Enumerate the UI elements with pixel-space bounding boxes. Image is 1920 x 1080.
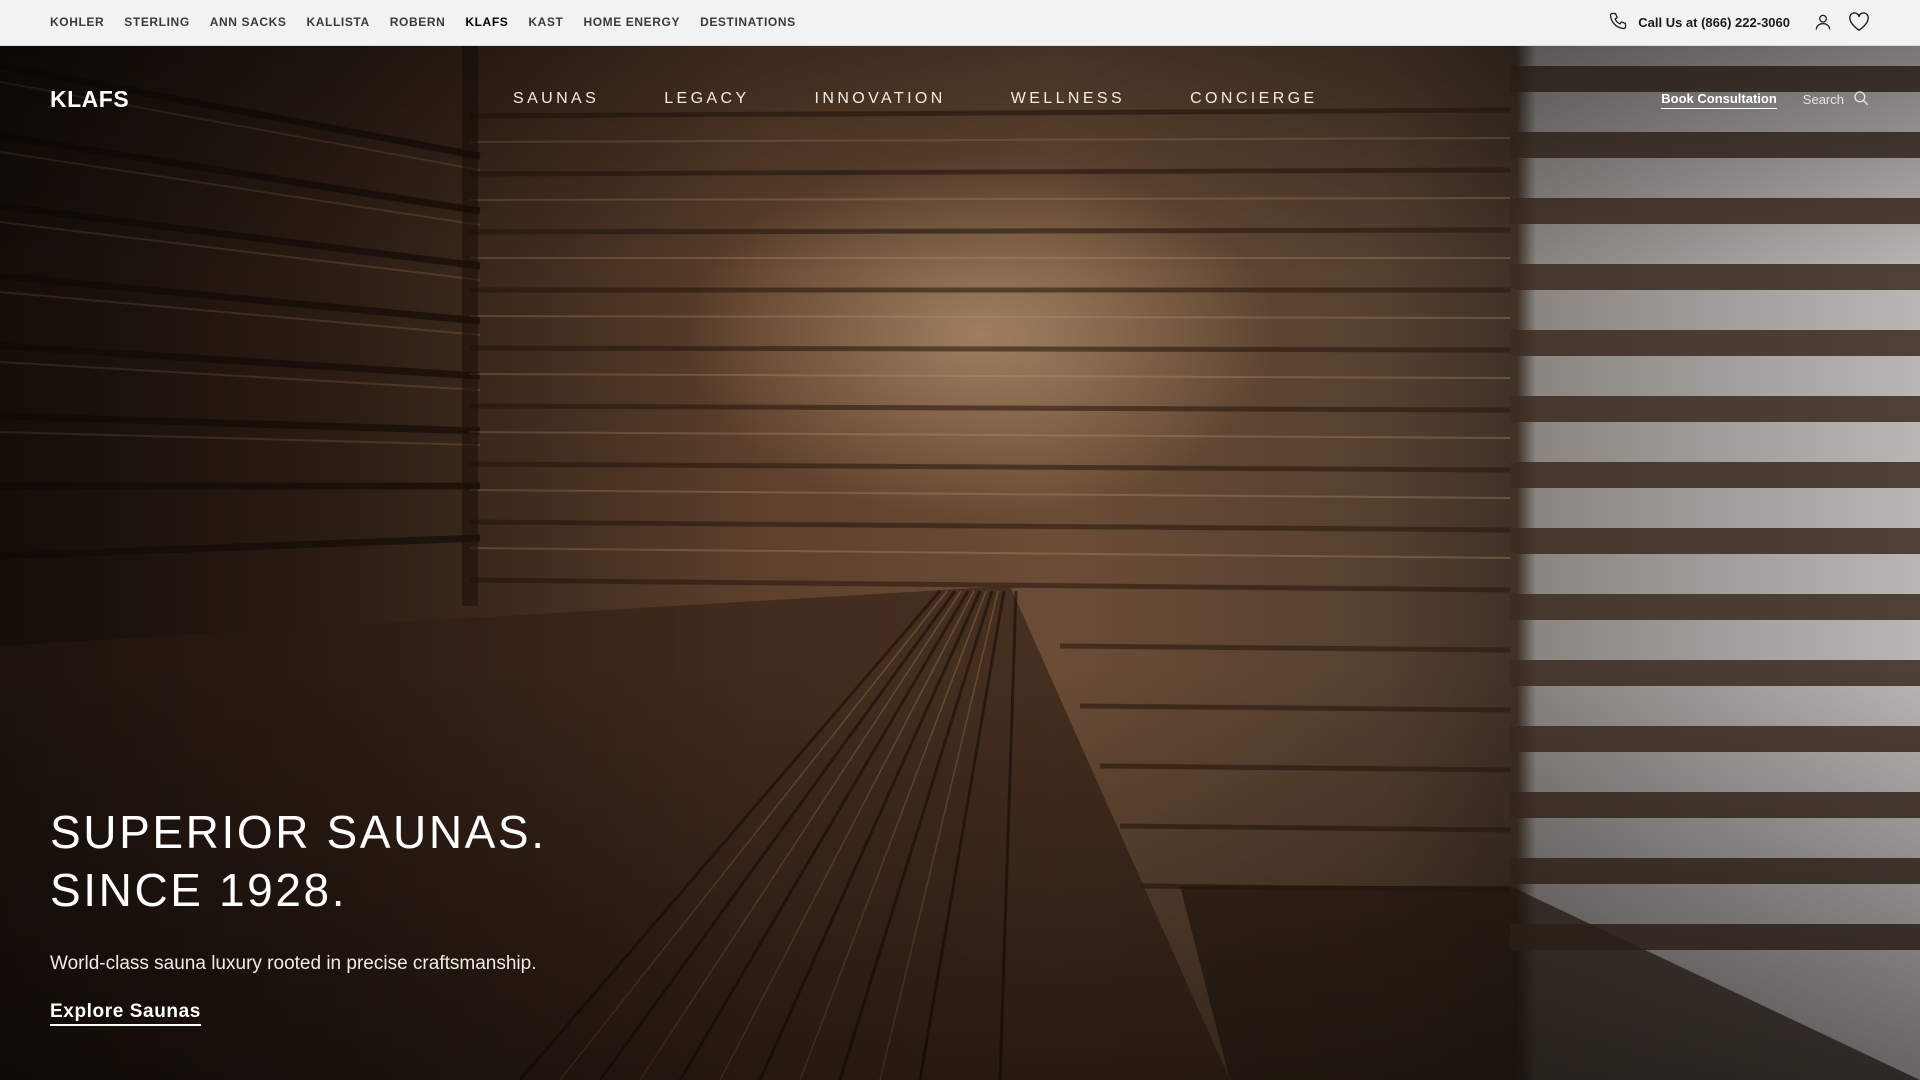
heart-icon[interactable] [1848,11,1870,33]
search-icon [1852,89,1870,110]
book-consultation-link[interactable]: Book Consultation [1661,91,1777,109]
nav-link-legacy[interactable]: LEGACY [664,90,749,107]
phone-icon [1608,11,1628,34]
nav-link-concierge[interactable]: CONCIERGE [1190,90,1318,107]
brand-link-klafs[interactable]: KLAFS [465,15,508,29]
nav-link-saunas[interactable]: SAUNAS [513,90,599,107]
hero-headline: SUPERIOR SAUNAS. SINCE 1928. [50,803,547,919]
brand-link-ann-sacks[interactable]: ANN SACKS [210,15,287,29]
call-us-label: Call Us at (866) 222-3060 [1638,14,1790,30]
hero-content: SUPERIOR SAUNAS. SINCE 1928. World-class… [50,803,547,1026]
main-nav: KLAFS SAUNAS LEGACY INNOVATION WELLNESS … [0,46,1920,156]
nav-link-wellness[interactable]: WELLNESS [1011,90,1125,107]
call-us-link[interactable]: Call Us at (866) 222-3060 [1608,11,1790,34]
brand-link-destinations[interactable]: DESTINATIONS [700,15,796,29]
search-button[interactable]: Search [1803,89,1870,110]
explore-saunas-link[interactable]: Explore Saunas [50,1001,201,1026]
nav-actions: Book Consultation Search [1661,89,1870,110]
hero-subheading: World-class sauna luxury rooted in preci… [50,953,537,974]
user-icon[interactable] [1812,11,1834,33]
primary-nav: SAUNAS LEGACY INNOVATION WELLNESS CONCIE… [513,90,1383,108]
utility-bar: KOHLER STERLING ANN SACKS KALLISTA ROBER… [0,0,1920,46]
brand-link-kallista[interactable]: KALLISTA [307,15,370,29]
brand-link-robern[interactable]: ROBERN [390,15,446,29]
klafs-logo[interactable]: KLAFS [50,86,129,113]
brand-link-kohler[interactable]: KOHLER [50,15,104,29]
brand-link-kast[interactable]: KAST [528,15,563,29]
brand-link-home-energy[interactable]: HOME ENERGY [583,15,680,29]
search-label: Search [1802,92,1844,107]
nav-link-innovation[interactable]: INNOVATION [815,90,946,107]
hero-headline-line-1: SUPERIOR SAUNAS. [50,806,547,858]
hero-headline-line-2: SINCE 1928. [50,864,348,916]
brand-link-sterling[interactable]: STERLING [124,15,189,29]
utility-actions: Call Us at (866) 222-3060 [1608,0,1870,44]
brand-nav: KOHLER STERLING ANN SACKS KALLISTA ROBER… [50,0,796,44]
